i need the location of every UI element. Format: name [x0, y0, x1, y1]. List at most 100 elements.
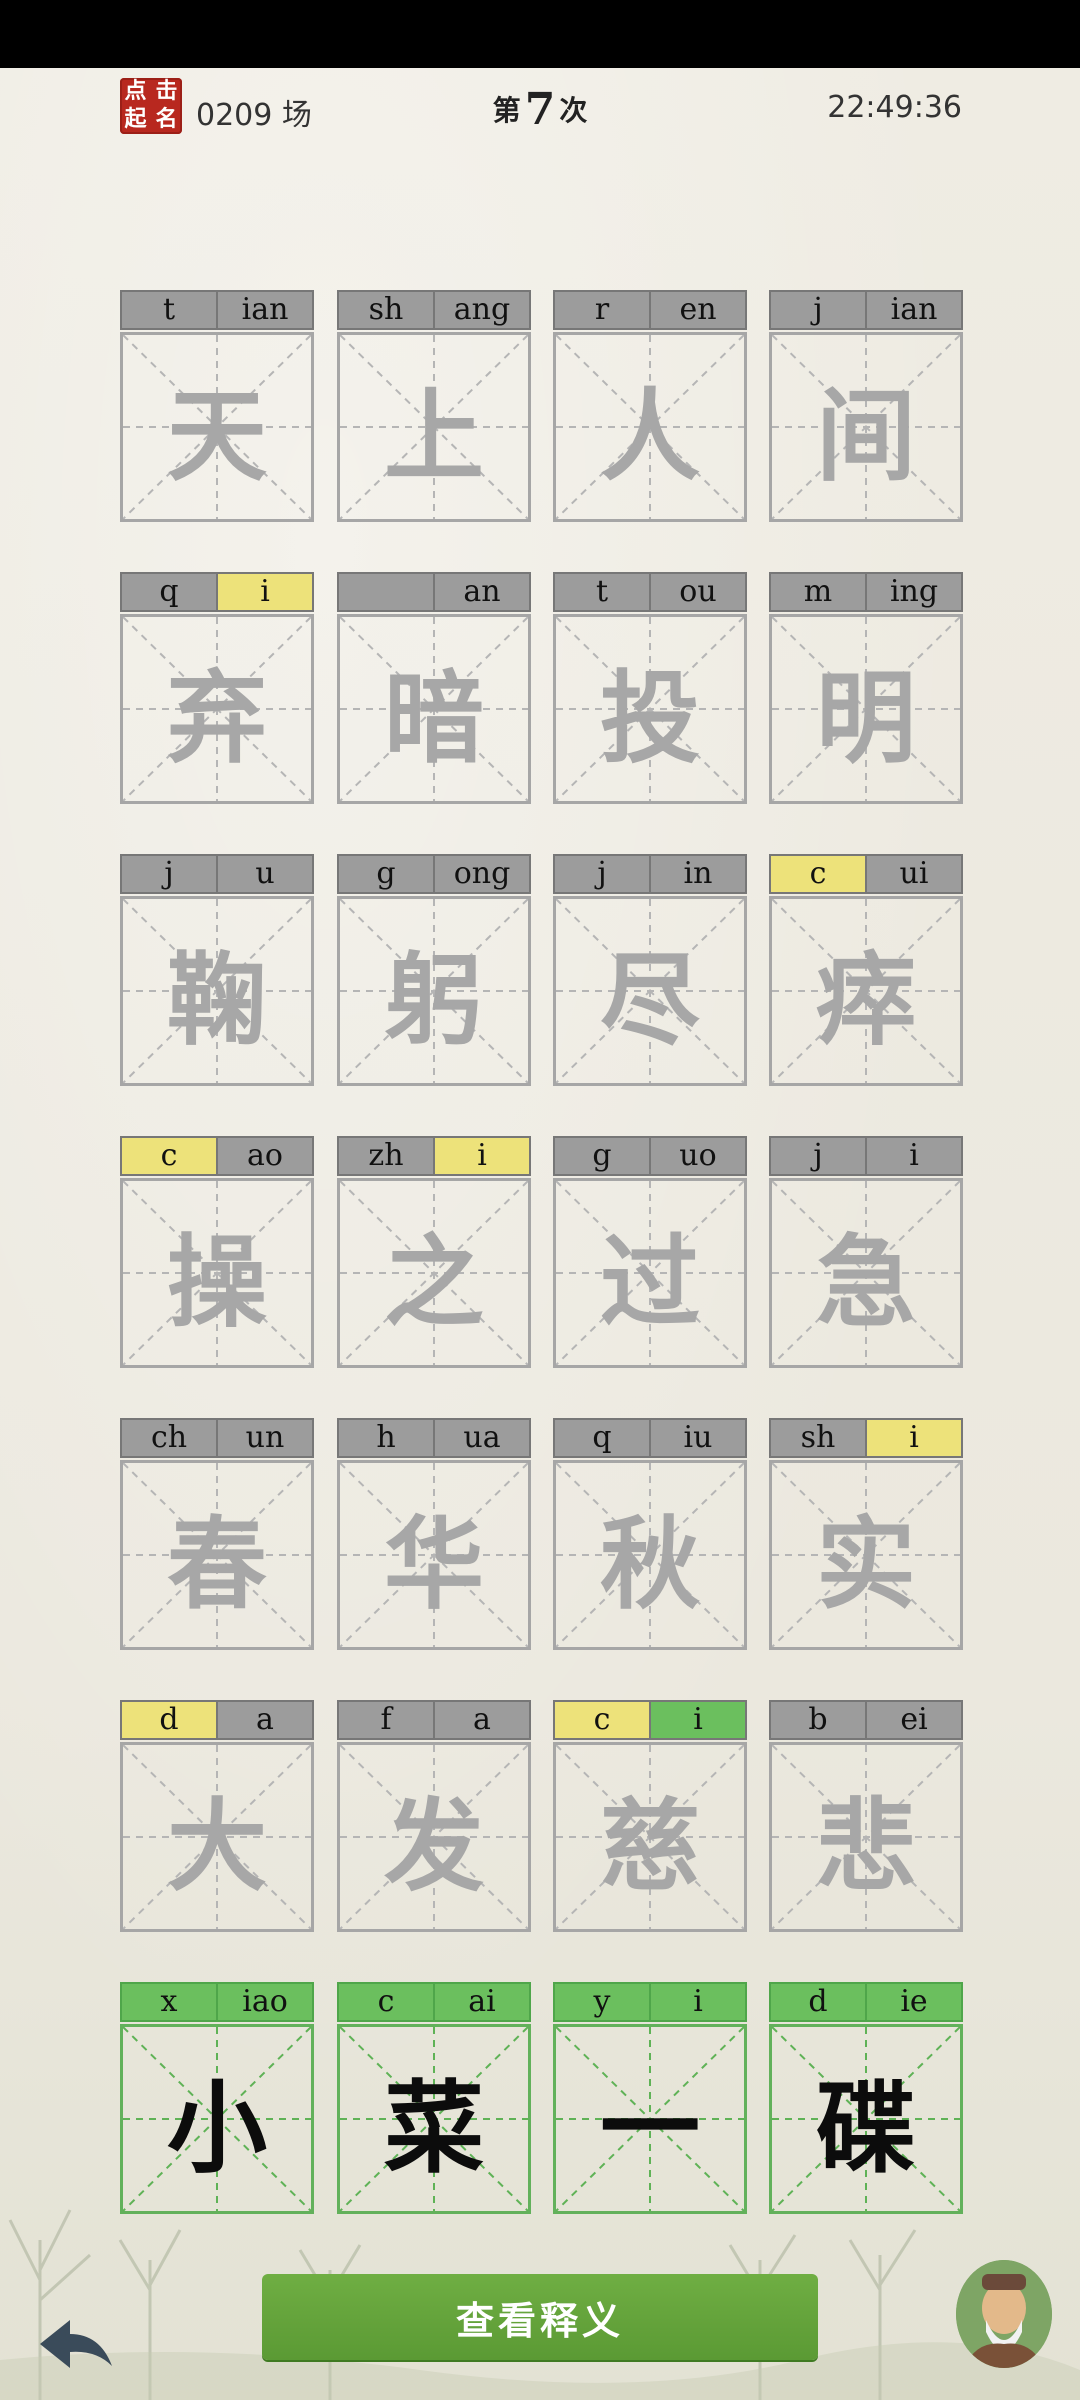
hanzi-character: 大 — [167, 1786, 267, 1905]
character-cell[interactable]: ju 鞠 — [120, 854, 314, 1086]
pinyin-final: ua — [433, 1420, 529, 1456]
pinyin-hint: fa — [337, 1700, 531, 1740]
tian-grid-box: 天 — [120, 332, 314, 522]
character-cell[interactable]: an 暗 — [337, 572, 531, 804]
hanzi-character: 明 — [816, 658, 916, 777]
pinyin-hint: ch un — [120, 1418, 314, 1458]
character-cell[interactable]: x iao 小 — [120, 1982, 314, 2214]
pinyin-final: i — [865, 1420, 961, 1456]
character-cell[interactable]: m ing 明 — [769, 572, 963, 804]
hanzi-character: 碟 — [816, 2068, 916, 2187]
pinyin-initial: c — [122, 1138, 216, 1174]
pinyin-hint: j in — [553, 854, 747, 894]
character-cell[interactable]: h ua 华 — [337, 1418, 531, 1650]
tian-grid-box: 弃 — [120, 614, 314, 804]
pinyin-hint: qi — [120, 572, 314, 612]
pinyin-hint: an — [337, 572, 531, 612]
character-cell[interactable]: c ao 操 — [120, 1136, 314, 1368]
hanzi-character: 实 — [816, 1504, 916, 1623]
bottom-bar: 查看释义 — [0, 2260, 1080, 2400]
hanzi-character: 弃 — [167, 658, 267, 777]
tian-grid-box: 悲 — [769, 1742, 963, 1932]
character-cell[interactable]: j in 尽 — [553, 854, 747, 1086]
pinyin-hint: c ai — [337, 1982, 531, 2022]
tian-grid-box: 过 — [553, 1178, 747, 1368]
pinyin-final: a — [433, 1702, 529, 1738]
tian-grid-box: 华 — [337, 1460, 531, 1650]
pinyin-final: ang — [433, 292, 529, 328]
character-cell[interactable]: da 大 — [120, 1700, 314, 1932]
pinyin-initial — [339, 574, 433, 610]
pinyin-initial: t — [122, 292, 216, 328]
hanzi-character: 春 — [167, 1504, 267, 1623]
pinyin-final: ing — [865, 574, 961, 610]
tian-grid-box: 明 — [769, 614, 963, 804]
hanzi-character: 过 — [600, 1222, 700, 1341]
hanzi-character: 急 — [816, 1222, 916, 1341]
pinyin-final: ian — [216, 292, 312, 328]
tian-grid-box: 小 — [120, 2024, 314, 2214]
character-cell[interactable]: fa 发 — [337, 1700, 531, 1932]
pinyin-hint: q iu — [553, 1418, 747, 1458]
hanzi-character: 操 — [167, 1222, 267, 1341]
tian-grid-box: 投 — [553, 614, 747, 804]
pinyin-initial: sh — [339, 292, 433, 328]
pinyin-initial: j — [771, 292, 865, 328]
character-cell[interactable]: q iu 秋 — [553, 1418, 747, 1650]
character-cell[interactable]: ch un 春 — [120, 1418, 314, 1650]
pinyin-hint: ju — [120, 854, 314, 894]
view-explanation-button[interactable]: 查看释义 — [262, 2274, 818, 2360]
character-cell[interactable]: g ong 躬 — [337, 854, 531, 1086]
hanzi-character: 鞠 — [167, 940, 267, 1059]
pinyin-initial: ch — [122, 1420, 216, 1456]
tian-grid-box: 人 — [553, 332, 747, 522]
character-cell[interactable]: t ou 投 — [553, 572, 747, 804]
character-cell[interactable]: qi 弃 — [120, 572, 314, 804]
pinyin-initial: sh — [771, 1420, 865, 1456]
character-cell[interactable]: g uo 过 — [553, 1136, 747, 1368]
pinyin-hint: c ui — [769, 854, 963, 894]
pinyin-initial: c — [771, 856, 865, 892]
tian-grid-box: 上 — [337, 332, 531, 522]
pinyin-hint: j ian — [769, 290, 963, 330]
character-cell[interactable]: r en 人 — [553, 290, 747, 522]
character-cell[interactable]: c ui 瘁 — [769, 854, 963, 1086]
character-cell[interactable]: ji 急 — [769, 1136, 963, 1368]
hanzi-character: 尽 — [600, 940, 700, 1059]
pinyin-initial: j — [771, 1138, 865, 1174]
pinyin-initial: zh — [339, 1138, 433, 1174]
character-cell[interactable]: yi 一 — [553, 1982, 747, 2214]
pinyin-hint: yi — [553, 1982, 747, 2022]
hanzi-character: 暗 — [384, 658, 484, 777]
pinyin-hint: t ian — [120, 290, 314, 330]
status-bar — [0, 0, 1080, 68]
character-cell[interactable]: ci 慈 — [553, 1700, 747, 1932]
hanzi-character: 天 — [167, 376, 267, 495]
pinyin-initial: d — [122, 1702, 216, 1738]
character-cell[interactable]: b ei 悲 — [769, 1700, 963, 1932]
pinyin-final: ui — [865, 856, 961, 892]
pinyin-initial: c — [339, 1984, 433, 2020]
character-cell[interactable]: zh i 之 — [337, 1136, 531, 1368]
pinyin-final: ie — [865, 1984, 961, 2020]
pinyin-initial: t — [555, 574, 649, 610]
tian-grid-box: 菜 — [337, 2024, 531, 2214]
pinyin-final: uo — [649, 1138, 745, 1174]
pinyin-initial: d — [771, 1984, 865, 2020]
back-arrow-icon[interactable] — [36, 2314, 116, 2374]
character-cell[interactable]: c ai 菜 — [337, 1982, 531, 2214]
tian-grid-box: 春 — [120, 1460, 314, 1650]
tian-grid-box: 暗 — [337, 614, 531, 804]
pinyin-final: in — [649, 856, 745, 892]
tian-grid-box: 碟 — [769, 2024, 963, 2214]
pinyin-hint: c ao — [120, 1136, 314, 1176]
character-cell[interactable]: d ie 碟 — [769, 1982, 963, 2214]
clock: 22:49:36 — [827, 90, 962, 125]
character-cell[interactable]: sh i 实 — [769, 1418, 963, 1650]
character-cell[interactable]: sh ang 上 — [337, 290, 531, 522]
character-cell[interactable]: t ian 天 — [120, 290, 314, 522]
pinyin-initial: j — [555, 856, 649, 892]
hanzi-character: 人 — [600, 376, 700, 495]
scholar-avatar-icon[interactable] — [956, 2260, 1052, 2368]
character-cell[interactable]: j ian 间 — [769, 290, 963, 522]
